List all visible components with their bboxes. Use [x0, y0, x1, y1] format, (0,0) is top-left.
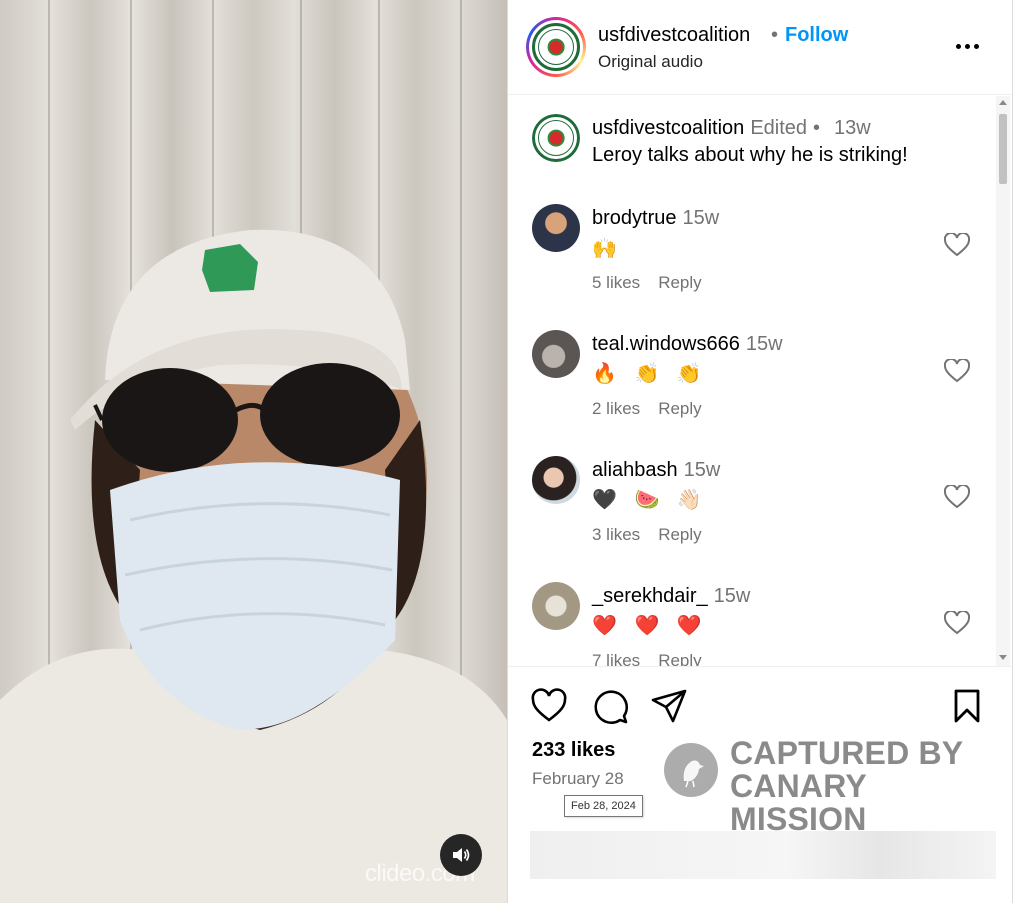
- likes-count[interactable]: 233 likes: [532, 739, 615, 762]
- comment-header: teal.windows666 15w: [592, 333, 783, 356]
- post-header: usfdivestcoalition • Follow Original aud…: [508, 0, 1012, 95]
- heart-icon[interactable]: [944, 611, 970, 635]
- comment-avatar-aliahbash[interactable]: [532, 456, 580, 504]
- like-heart-icon[interactable]: [530, 687, 568, 725]
- comment-text: 🖤 🍉 👋🏻: [592, 489, 708, 511]
- comment-actions: 3 likes Reply: [592, 525, 702, 545]
- comment-header: brodytrue 15w: [592, 207, 719, 230]
- comment-time[interactable]: 15w: [684, 459, 721, 481]
- comment-avatar-brodytrue[interactable]: [532, 204, 580, 252]
- follow-button[interactable]: Follow: [785, 24, 848, 47]
- post-actions: 233 likes February 28 Feb 28, 2024 CAPTU…: [508, 666, 1012, 903]
- share-send-icon[interactable]: [650, 687, 688, 725]
- comment-username[interactable]: teal.windows666: [592, 333, 740, 355]
- comment-actions: 7 likes Reply: [592, 651, 702, 666]
- more-options-icon[interactable]: [954, 44, 982, 50]
- coalition-logo: [532, 114, 580, 162]
- speaker-icon: [453, 848, 470, 862]
- canary-mission-watermark: CAPTURED BY CANARY MISSION: [664, 737, 1004, 836]
- comment-username[interactable]: aliahbash: [592, 459, 678, 481]
- reply-button[interactable]: Reply: [658, 399, 701, 418]
- comment-time[interactable]: 15w: [746, 333, 783, 355]
- comment-username[interactable]: brodytrue: [592, 207, 677, 229]
- comment-text: ❤️ ❤️ ❤️: [592, 615, 708, 637]
- post-side-panel: usfdivestcoalition • Follow Original aud…: [507, 0, 1013, 903]
- comment-likes[interactable]: 2 likes: [592, 399, 640, 418]
- comment-text: 🔥 👏 👏: [592, 363, 708, 385]
- header-separator: •: [771, 24, 779, 46]
- comment-time[interactable]: 15w: [714, 585, 751, 607]
- heart-icon[interactable]: [944, 359, 970, 383]
- comment-actions: 2 likes Reply: [592, 399, 702, 419]
- caption-avatar[interactable]: [532, 114, 580, 162]
- post-date[interactable]: February 28: [532, 769, 624, 789]
- caption-separator: •: [813, 117, 821, 139]
- comments-scrollbar[interactable]: [996, 96, 1010, 666]
- comment-likes[interactable]: 3 likes: [592, 525, 640, 544]
- comment-likes[interactable]: 5 likes: [592, 273, 640, 292]
- comment-time[interactable]: 15w: [683, 207, 720, 229]
- story-ring-avatar[interactable]: [526, 17, 586, 77]
- caption-edited: Edited: [750, 117, 808, 139]
- coalition-logo: [532, 23, 580, 71]
- comment-actions: 5 likes Reply: [592, 273, 702, 293]
- comment-header: _serekhdair_ 15w: [592, 585, 750, 608]
- caption-time[interactable]: 13w: [834, 117, 871, 139]
- reply-button[interactable]: Reply: [658, 651, 701, 666]
- add-comment-area[interactable]: [530, 831, 996, 879]
- comment-username[interactable]: _serekhdair_: [592, 585, 708, 607]
- caption-text: Leroy talks about why he is striking!: [592, 144, 908, 166]
- caption-username[interactable]: usfdivestcoalition: [592, 117, 744, 139]
- reply-button[interactable]: Reply: [658, 525, 701, 544]
- comment-icon[interactable]: [591, 687, 629, 725]
- scroll-thumb[interactable]: [999, 114, 1007, 184]
- caption-row: usfdivestcoalition Edited • 13w: [592, 117, 871, 140]
- scroll-down-arrow-icon[interactable]: [999, 655, 1007, 660]
- comment-avatar-serekhdair[interactable]: [532, 582, 580, 630]
- header-username[interactable]: usfdivestcoalition: [598, 24, 750, 47]
- comment-likes[interactable]: 7 likes: [592, 651, 640, 666]
- heart-icon[interactable]: [944, 233, 970, 257]
- video-player[interactable]: clideo.com: [0, 0, 507, 903]
- date-tooltip: Feb 28, 2024: [564, 795, 643, 817]
- comment-avatar-teal-windows666[interactable]: [532, 330, 580, 378]
- scroll-up-arrow-icon[interactable]: [999, 100, 1007, 105]
- comment-header: aliahbash 15w: [592, 459, 720, 482]
- comments-list[interactable]: usfdivestcoalition Edited • 13w Leroy talks…: [508, 96, 998, 666]
- comment-text: 🙌: [592, 238, 623, 260]
- reply-button[interactable]: Reply: [658, 273, 701, 292]
- heart-icon[interactable]: [944, 485, 970, 509]
- watermark-line2: CANARY MISSION: [730, 768, 867, 837]
- video-frame-person: [0, 229, 507, 903]
- watermark-text: CAPTURED BY CANARY MISSION: [730, 737, 1004, 836]
- canary-bird-icon: [664, 743, 718, 797]
- watermark-line1: CAPTURED BY: [730, 735, 964, 771]
- audio-label[interactable]: Original audio: [598, 52, 703, 72]
- audio-toggle-button[interactable]: [440, 834, 482, 876]
- save-bookmark-icon[interactable]: [948, 687, 986, 725]
